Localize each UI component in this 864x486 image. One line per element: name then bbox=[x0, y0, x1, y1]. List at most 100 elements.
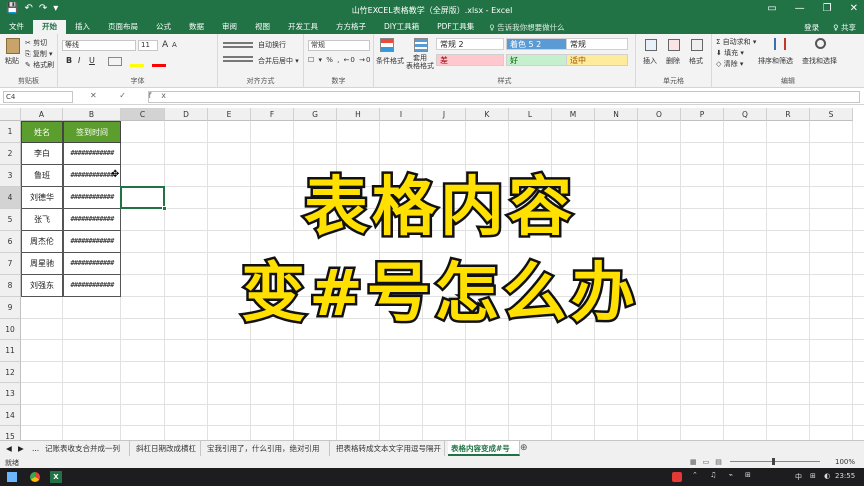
add-sheet-button[interactable]: ⊕ bbox=[520, 443, 528, 453]
number-format-select[interactable]: 常规 bbox=[308, 40, 370, 51]
font-name-select[interactable]: 等线 bbox=[62, 40, 136, 51]
cell-A1[interactable]: 姓名 bbox=[21, 121, 63, 143]
cell-A5[interactable]: 张飞 bbox=[21, 209, 63, 231]
cell-B5[interactable]: ############ bbox=[63, 209, 121, 231]
clock[interactable]: 23:55 bbox=[835, 472, 855, 480]
row-header-10[interactable]: 10 bbox=[0, 318, 21, 340]
view-buttons[interactable]: ▦▭▤ bbox=[690, 458, 728, 466]
row-header-8[interactable]: 8 bbox=[0, 275, 21, 297]
tray-app-icon[interactable] bbox=[672, 472, 682, 482]
find-select-button[interactable]: 查找和选择 bbox=[802, 56, 837, 66]
prev-sheet-icon[interactable]: ◀ bbox=[6, 444, 12, 453]
select-all-corner[interactable] bbox=[0, 108, 21, 121]
row-header-11[interactable]: 11 bbox=[0, 340, 21, 362]
cell-style-2[interactable]: 常规 bbox=[566, 38, 628, 50]
sheet-tab-1[interactable]: 斜杠日期改成横杠 bbox=[133, 441, 201, 456]
column-header-N[interactable]: N bbox=[595, 108, 638, 121]
cell-B6[interactable]: ############ bbox=[63, 231, 121, 253]
more-sheets-icon[interactable]: ... bbox=[32, 444, 39, 453]
row-header-6[interactable]: 6 bbox=[0, 231, 21, 253]
tab-3[interactable]: 页面布局 bbox=[99, 20, 147, 34]
fill-button[interactable]: ⬇ 填充 ▾ bbox=[716, 48, 744, 58]
zoom-level[interactable]: 100% bbox=[835, 458, 855, 466]
cell-style-4[interactable]: 好 bbox=[506, 54, 574, 66]
tab-11[interactable]: PDF工具集 bbox=[428, 20, 483, 34]
column-header-R[interactable]: R bbox=[767, 108, 810, 121]
sheet-tab-4[interactable]: 表格内容变成#号 bbox=[448, 441, 520, 456]
cell-A8[interactable]: 刘强东 bbox=[21, 275, 63, 297]
windows-start-icon[interactable] bbox=[7, 472, 17, 482]
row-header-1[interactable]: 1 bbox=[0, 121, 21, 143]
share-button[interactable]: ♀ 共享 bbox=[833, 22, 856, 33]
merge-center-button[interactable]: 合并后居中 ▾ bbox=[258, 56, 299, 66]
tell-me-search[interactable]: ♀ 告诉我你想要做什么 bbox=[489, 22, 564, 33]
wrap-text-button[interactable]: 自动换行 bbox=[258, 40, 286, 50]
tab-10[interactable]: DIY工具箱 bbox=[375, 20, 428, 34]
sheet-tab-2[interactable]: 宝我引用了，什么引用，绝对引用 bbox=[204, 441, 330, 456]
cell-A4[interactable]: 刘德华 bbox=[21, 187, 63, 209]
cell-B4[interactable]: ############ bbox=[63, 187, 121, 209]
column-header-S[interactable]: S bbox=[810, 108, 853, 121]
cut-button[interactable]: ✂ 剪切 bbox=[25, 38, 47, 48]
italic-button[interactable]: I bbox=[78, 56, 80, 65]
cell-style-5[interactable]: 适中 bbox=[566, 54, 628, 66]
tab-4[interactable]: 公式 bbox=[147, 20, 180, 34]
ribbon-display-icon[interactable]: ▭ bbox=[767, 3, 776, 14]
row-header-2[interactable]: 2 bbox=[0, 143, 21, 165]
formula-input[interactable] bbox=[148, 91, 860, 103]
close-button[interactable]: ✕ bbox=[850, 3, 858, 14]
insert-button[interactable]: 插入 bbox=[643, 56, 657, 66]
minimize-button[interactable]: — bbox=[795, 3, 805, 14]
row-header-13[interactable]: 13 bbox=[0, 383, 21, 405]
column-header-Q[interactable]: Q bbox=[724, 108, 767, 121]
conditional-format-button[interactable]: 条件格式 bbox=[376, 56, 404, 66]
column-header-B[interactable]: B bbox=[63, 108, 121, 121]
column-header-P[interactable]: P bbox=[681, 108, 724, 121]
font-color-icon[interactable] bbox=[152, 64, 166, 67]
cell-A6[interactable]: 周杰伦 bbox=[21, 231, 63, 253]
font-size-select[interactable]: 11 bbox=[138, 40, 158, 51]
delete-button[interactable]: 删除 bbox=[666, 56, 680, 66]
row-header-5[interactable]: 5 bbox=[0, 209, 21, 231]
clear-button[interactable]: ◇ 清除 ▾ bbox=[716, 59, 743, 69]
fill-handle[interactable] bbox=[162, 206, 167, 211]
bold-button[interactable]: B bbox=[66, 56, 72, 65]
tab-1[interactable]: 开始 bbox=[33, 20, 66, 34]
cell-style-3[interactable]: 差 bbox=[436, 54, 504, 66]
sort-filter-button[interactable]: 排序和筛选 bbox=[758, 56, 793, 66]
cell-A2[interactable]: 李白 bbox=[21, 143, 63, 165]
zoom-slider[interactable] bbox=[730, 461, 820, 462]
cell-style-0[interactable]: 常规 2 bbox=[436, 38, 504, 50]
column-header-D[interactable]: D bbox=[165, 108, 208, 121]
login-link[interactable]: 登录 bbox=[804, 22, 819, 33]
column-header-K[interactable]: K bbox=[466, 108, 509, 121]
row-header-14[interactable]: 14 bbox=[0, 404, 21, 426]
shrink-font-button[interactable]: A bbox=[172, 41, 177, 49]
number-symbols[interactable]: ☐ ▾ % , ←0 →0 bbox=[308, 56, 371, 64]
column-header-O[interactable]: O bbox=[638, 108, 681, 121]
fill-color-icon[interactable] bbox=[130, 64, 144, 67]
column-header-I[interactable]: I bbox=[380, 108, 423, 121]
column-header-G[interactable]: G bbox=[294, 108, 337, 121]
cell-A7[interactable]: 周星驰 bbox=[21, 253, 63, 275]
tab-6[interactable]: 审阅 bbox=[213, 20, 246, 34]
row-header-12[interactable]: 12 bbox=[0, 361, 21, 383]
tab-9[interactable]: 方方格子 bbox=[327, 20, 375, 34]
column-header-E[interactable]: E bbox=[208, 108, 251, 121]
grow-font-button[interactable]: A bbox=[162, 40, 168, 50]
sheet-tab-3[interactable]: 把表格转成文本文字用逗号隔开 bbox=[333, 441, 445, 456]
column-header-C[interactable]: C bbox=[121, 108, 165, 121]
format-button[interactable]: 格式 bbox=[689, 56, 703, 66]
row-header-4[interactable]: 4 bbox=[0, 187, 21, 209]
excel-taskbar-icon[interactable]: X bbox=[50, 471, 62, 483]
tab-8[interactable]: 开发工具 bbox=[279, 20, 327, 34]
sheet-tab-0[interactable]: 记账表收支合并成一列 bbox=[42, 441, 130, 456]
tab-2[interactable]: 插入 bbox=[66, 20, 99, 34]
cell-A3[interactable]: 鲁班 bbox=[21, 165, 63, 187]
zoom-slider-thumb[interactable] bbox=[772, 458, 775, 465]
row-header-3[interactable]: 3 bbox=[0, 165, 21, 187]
ime-indicator[interactable]: 中 bbox=[795, 472, 802, 482]
format-painter-button[interactable]: ✎ 格式刷 bbox=[25, 60, 54, 70]
row-header-7[interactable]: 7 bbox=[0, 253, 21, 275]
browser-icon[interactable] bbox=[30, 472, 40, 482]
